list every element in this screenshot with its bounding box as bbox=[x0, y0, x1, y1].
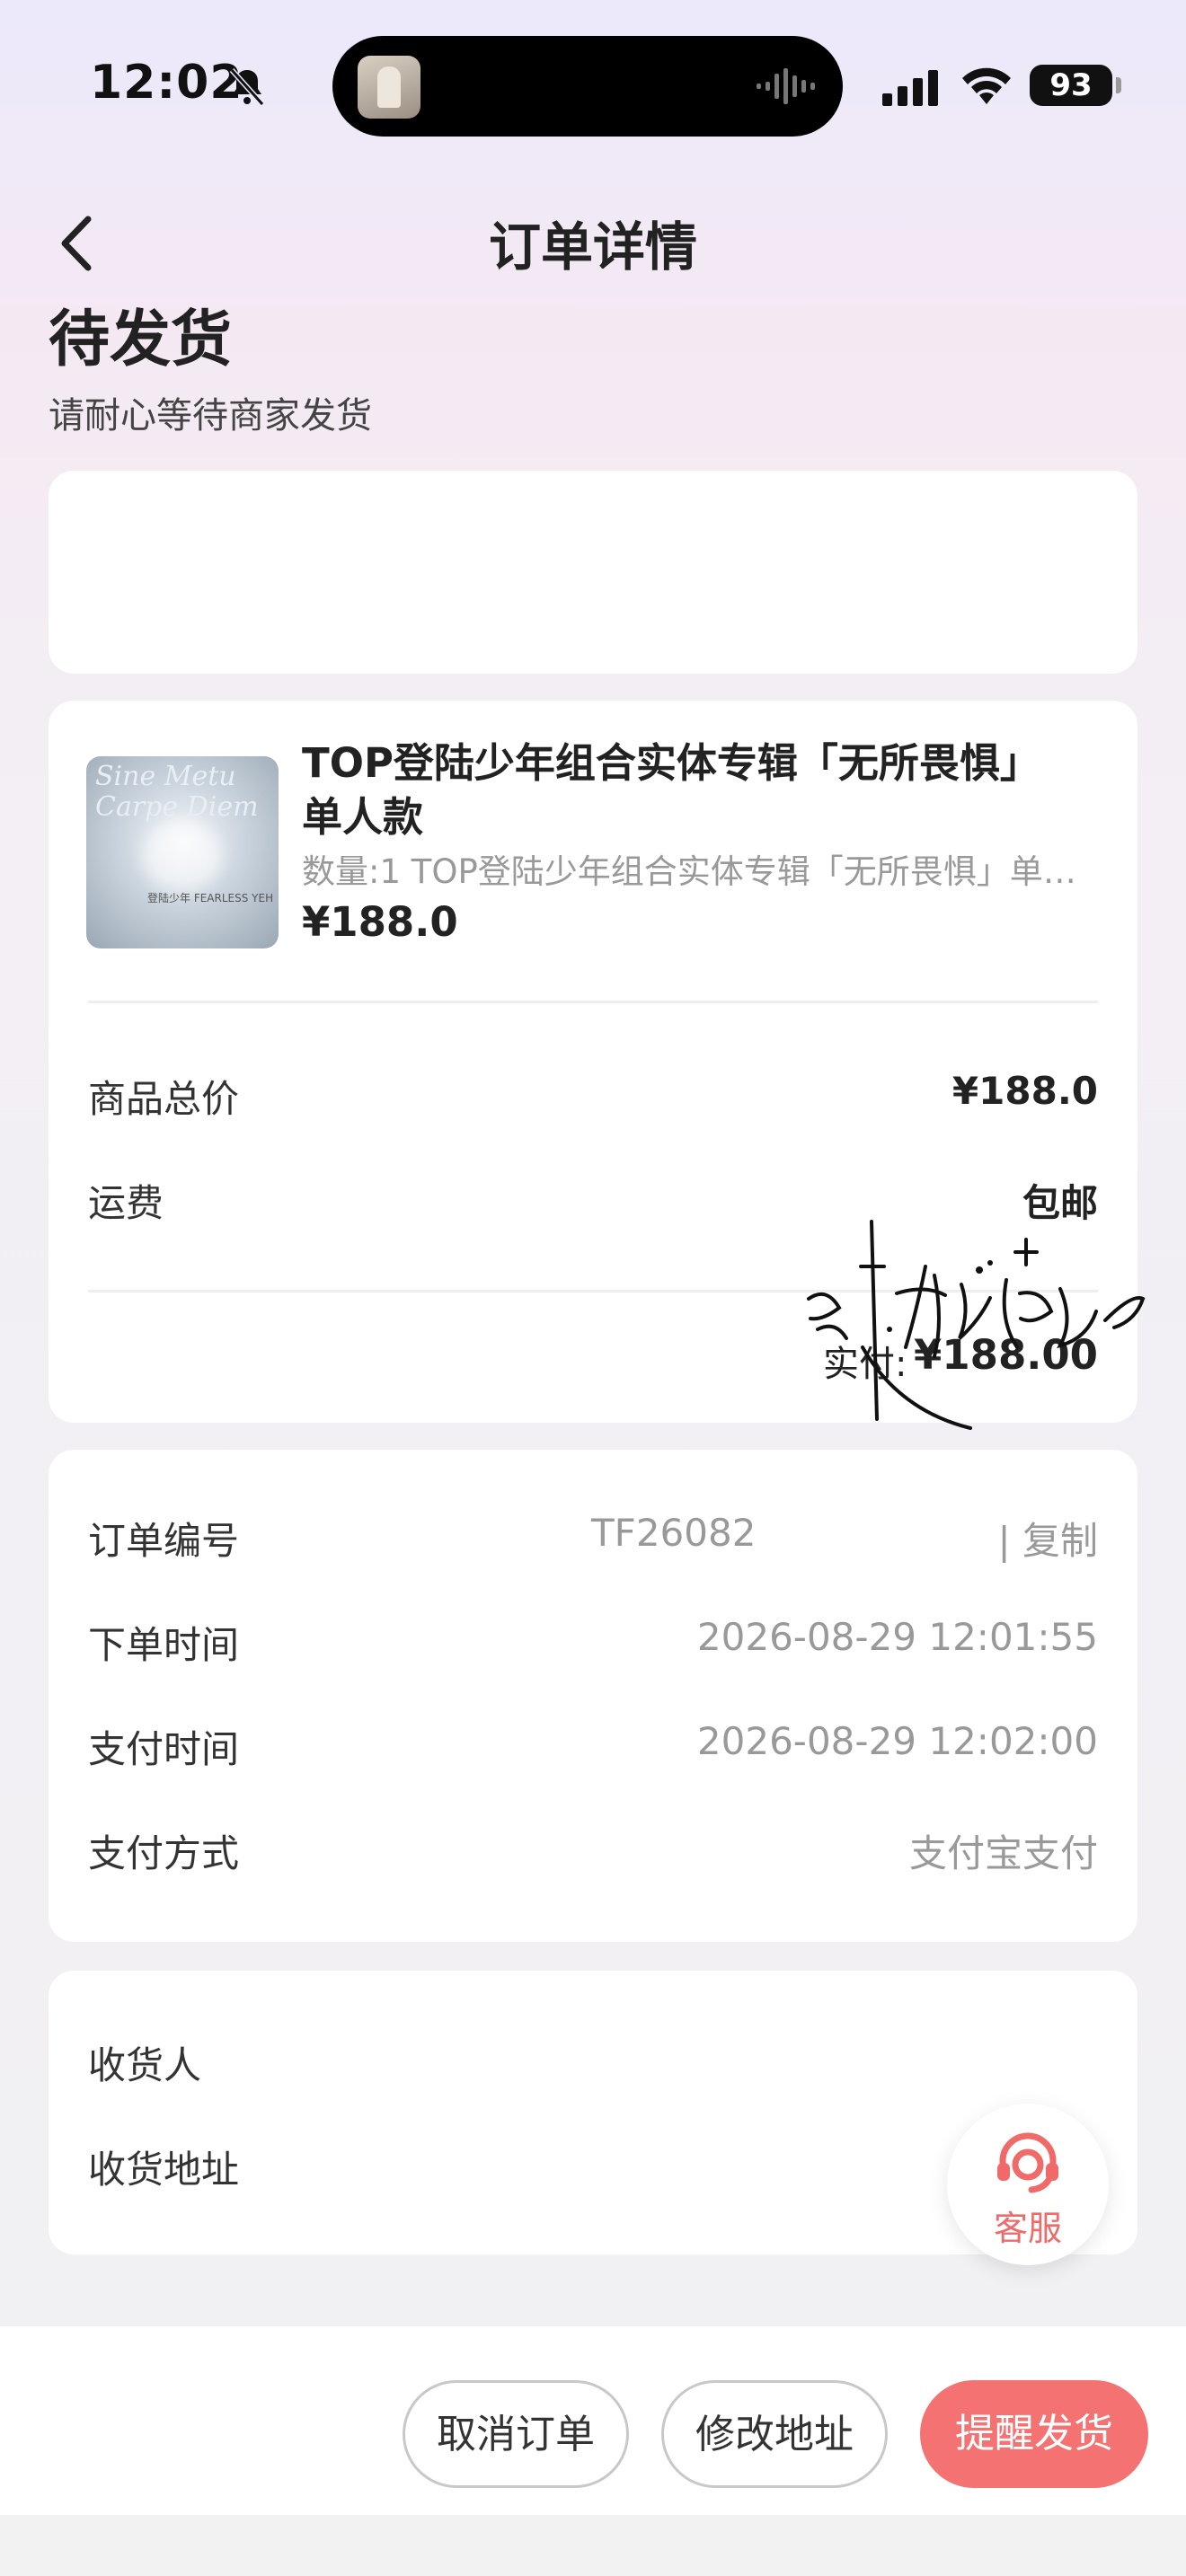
product-thumbnail[interactable]: Sine Metu Carpe Diem 登陆少年 FEARLESS YEH bbox=[86, 756, 279, 948]
pay-method-row: 支付方式 支付宝支付 bbox=[88, 1823, 1098, 1877]
wifi-icon bbox=[962, 67, 1011, 104]
logistics-card bbox=[49, 471, 1137, 674]
pay-method-value: 支付宝支付 bbox=[908, 1831, 1098, 1875]
receiver-address-label: 收货地址 bbox=[88, 2148, 240, 2192]
remind-shipping-button[interactable]: 提醒发货 bbox=[920, 2380, 1148, 2488]
page-title: 订单详情 bbox=[488, 216, 697, 278]
goods-total-label: 商品总价 bbox=[88, 1077, 240, 1121]
goods-total-row: 商品总价 ¥188.0 bbox=[88, 1069, 1098, 1123]
order-time-label: 下单时间 bbox=[88, 1623, 240, 1667]
island-media-thumbnail bbox=[358, 56, 420, 119]
copy-order-number-button[interactable]: | 复制 bbox=[997, 1511, 1098, 1566]
product-price: ¥188.0 bbox=[302, 898, 458, 946]
order-time-value: 2026-08-29 12:01:55 bbox=[696, 1615, 1098, 1659]
shipping-label: 运费 bbox=[88, 1181, 164, 1225]
home-indicator-area bbox=[0, 2515, 1186, 2576]
product-title[interactable]: TOP登陆少年组合实体专辑「无所畏惧」单人款 bbox=[302, 737, 1075, 844]
thumbnail-script-text: Sine Metu Carpe Diem bbox=[95, 761, 259, 823]
order-status-title: 待发货 bbox=[49, 304, 233, 375]
goods-total-value: ¥188.0 bbox=[951, 1069, 1098, 1113]
modify-address-button[interactable]: 修改地址 bbox=[661, 2380, 888, 2488]
customer-service-label: 客服 bbox=[993, 2209, 1062, 2248]
pay-time-label: 支付时间 bbox=[88, 1727, 240, 1771]
order-status-subtitle: 请耐心等待商家发货 bbox=[49, 395, 372, 437]
cancel-order-button[interactable]: 取消订单 bbox=[403, 2380, 629, 2488]
pay-time-value: 2026-08-29 12:02:00 bbox=[696, 1719, 1098, 1763]
status-bar: 12:02 93 bbox=[0, 0, 1186, 171]
pay-time-row: 支付时间 2026-08-29 12:02:00 bbox=[88, 1719, 1098, 1773]
bell-slash-icon bbox=[229, 67, 265, 107]
order-number-label: 订单编号 bbox=[88, 1519, 240, 1563]
thumbnail-glow bbox=[142, 819, 223, 891]
battery-level: 93 bbox=[1030, 65, 1112, 106]
thumbnail-caption: 登陆少年 FEARLESS YEH bbox=[147, 892, 274, 904]
dynamic-island bbox=[332, 36, 843, 137]
product-spec: 数量:1 TOP登陆少年组合实体专辑「无所畏惧」单人款 bbox=[302, 852, 1102, 891]
cellular-signal-icon bbox=[882, 70, 938, 106]
receiver-name-row: 收货人 bbox=[88, 2035, 1098, 2089]
divider bbox=[88, 1001, 1098, 1003]
pay-method-label: 支付方式 bbox=[88, 1831, 240, 1875]
order-info-card: 订单编号 TF26082 | 复制 下单时间 2026-08-29 12:01:… bbox=[49, 1450, 1137, 1942]
status-time: 12:02 bbox=[90, 56, 243, 110]
headset-icon bbox=[997, 2132, 1058, 2193]
audio-wave-icon bbox=[757, 68, 815, 104]
order-time-row: 下单时间 2026-08-29 12:01:55 bbox=[88, 1615, 1098, 1669]
customer-service-button[interactable]: 客服 bbox=[947, 2104, 1109, 2265]
signature-watermark bbox=[807, 1220, 1146, 1430]
receiver-name-label: 收货人 bbox=[88, 2043, 202, 2087]
battery-tip bbox=[1116, 77, 1121, 93]
order-number-value: TF26082 bbox=[591, 1511, 757, 1555]
order-number-row: 订单编号 TF26082 | 复制 bbox=[88, 1511, 1098, 1565]
